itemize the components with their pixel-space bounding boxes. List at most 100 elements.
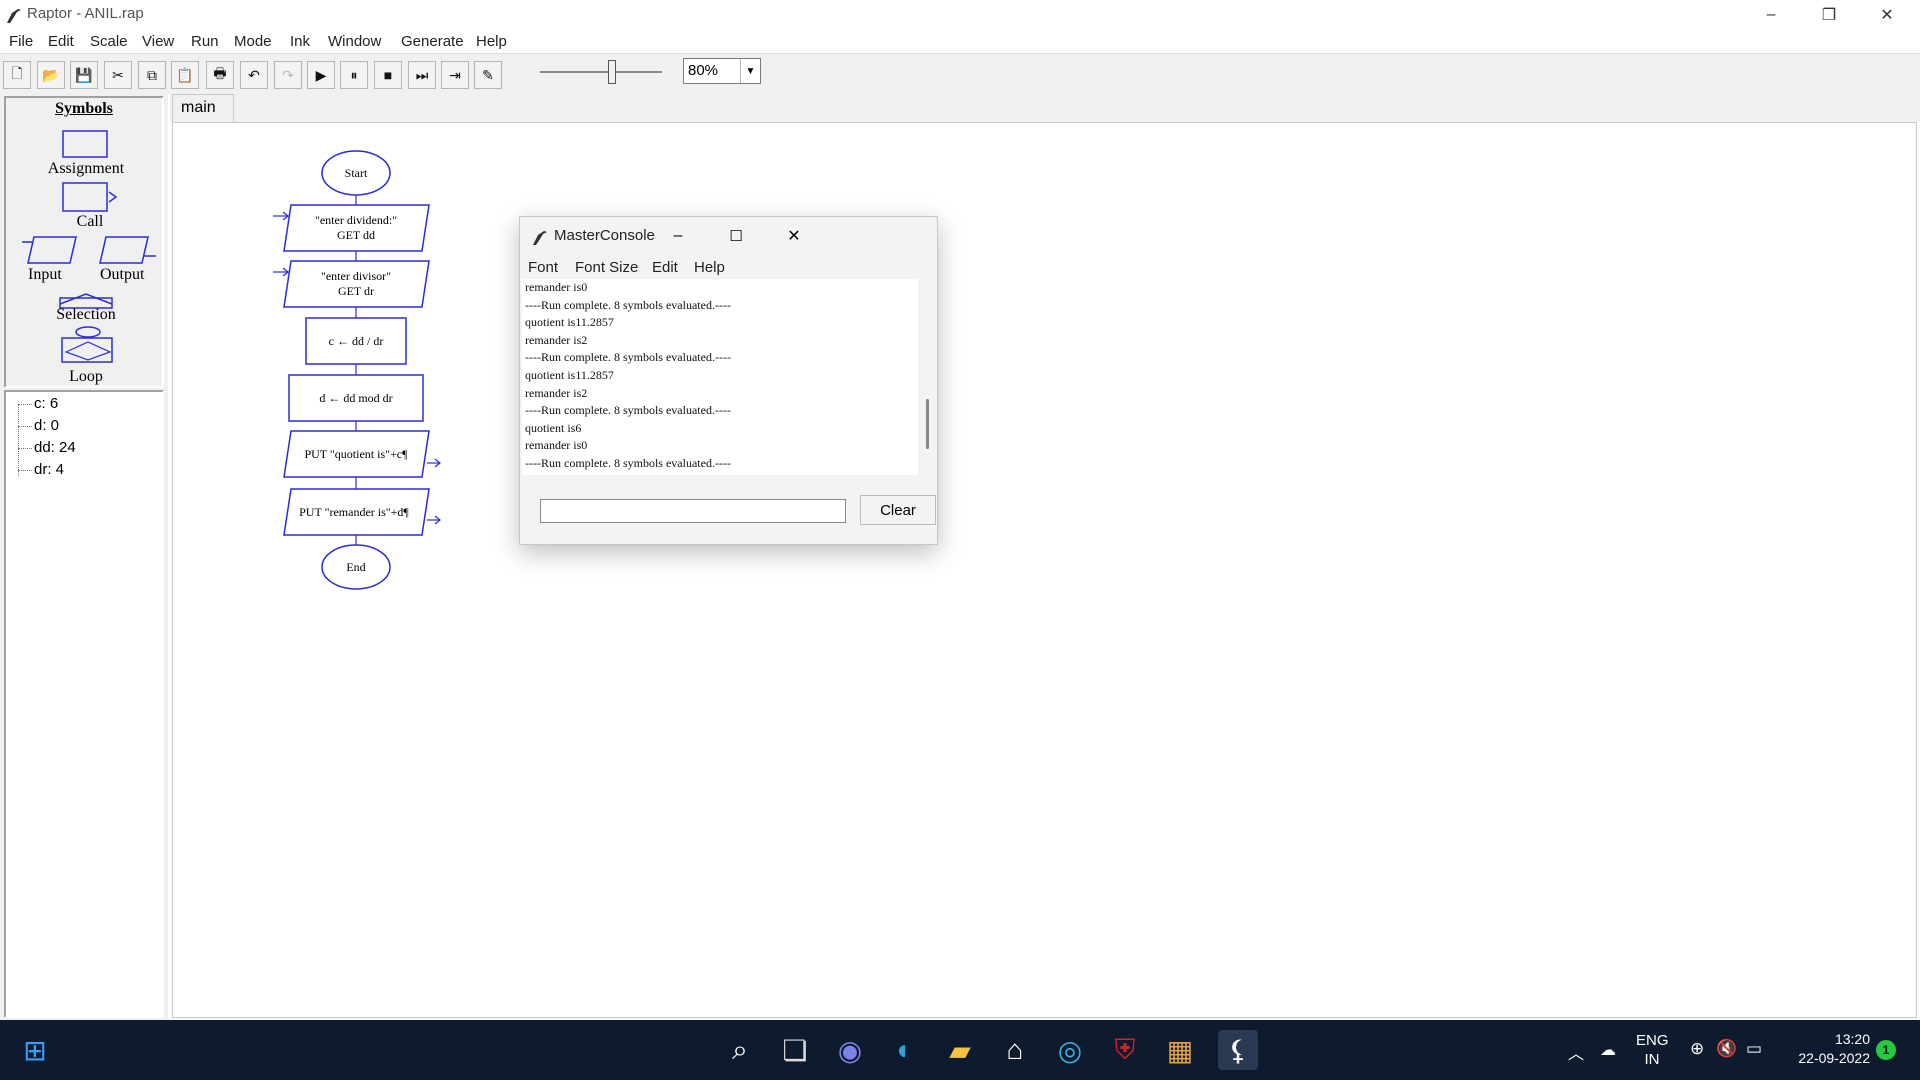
office-icon[interactable]: ▦ [1163, 1033, 1197, 1067]
menu-bar: File Edit Scale View Run Mode Ink Window… [0, 30, 1920, 54]
loop-label: Loop [69, 368, 103, 385]
copy-icon[interactable]: ⧉ [138, 61, 166, 89]
minimize-button[interactable]: – [1742, 0, 1800, 30]
console-output[interactable]: remander is0 ----Run complete. 8 symbols … [522, 279, 918, 475]
console-menu-font[interactable]: Font [528, 259, 558, 276]
console-close-button[interactable]: ✕ [768, 219, 820, 253]
console-line: remander is2 [525, 385, 588, 400]
edge-icon[interactable]: ◐ [888, 1033, 922, 1067]
console-line: remander is0 [525, 280, 588, 294]
notification-badge[interactable]: 1 [1876, 1040, 1896, 1060]
menu-help[interactable]: Help [476, 33, 507, 50]
flowchart-diagram: Start "enter dividend:" GET dd "enter di… [273, 150, 441, 590]
save-icon[interactable]: 💾 [70, 61, 98, 89]
search-icon[interactable]: ⌕ [723, 1033, 757, 1067]
menu-generate[interactable]: Generate [401, 33, 464, 50]
console-line: quotient is11.2857 [525, 367, 614, 382]
tab-strip [170, 94, 1920, 122]
clock-date[interactable]: 22-09-2022 [1780, 1050, 1870, 1066]
output-quotient-text: PUT "quotient is"+c¶ [304, 447, 408, 461]
menu-file[interactable]: File [9, 33, 33, 50]
assignment-remainder-text: d ← dd mod dr [319, 391, 392, 405]
call-symbol-icon[interactable] [62, 182, 128, 214]
menu-edit[interactable]: Edit [48, 33, 74, 50]
variable-item: c: 6 [34, 395, 59, 412]
undo-icon[interactable]: ↶ [240, 61, 268, 89]
console-line: remander is0 [525, 438, 588, 453]
input-divisor-get: GET dr [338, 284, 374, 298]
battery-icon[interactable]: ▭ [1746, 1039, 1762, 1059]
variable-item: dd: 24 [34, 439, 76, 456]
play-icon[interactable]: ▶ [307, 61, 335, 89]
console-line: remander is2 [525, 332, 588, 347]
speed-slider[interactable] [540, 58, 662, 88]
output-remainder-text: PUT "remander is"+d¶ [299, 505, 409, 519]
console-scroll-thumb[interactable] [926, 399, 929, 449]
flowchart-canvas[interactable]: Start "enter dividend:" GET dd "enter di… [172, 122, 1917, 1018]
store-icon[interactable]: ⌂ [998, 1033, 1032, 1067]
console-line: ----Run complete. 8 symbols evaluated.--… [525, 350, 731, 365]
menu-window[interactable]: Window [328, 33, 381, 50]
loop-symbol-icon[interactable] [58, 326, 118, 368]
task-view-icon[interactable]: ❏ [778, 1033, 812, 1067]
language-region[interactable]: IN [1636, 1051, 1668, 1068]
open-folder-icon[interactable]: 📂 [37, 61, 65, 89]
output-symbol-icon[interactable] [98, 234, 160, 266]
redo-icon[interactable]: ↷ [274, 61, 302, 89]
pause-icon[interactable]: ⏸ [340, 61, 368, 89]
selection-label: Selection [56, 306, 116, 323]
console-menu-font-size[interactable]: Font Size [575, 259, 638, 276]
stop-icon[interactable]: ■ [374, 61, 402, 89]
symbols-palette: Symbols Assignment Call Input Output Sel… [4, 96, 164, 388]
volume-muted-icon[interactable]: 🔇 [1716, 1039, 1737, 1059]
menu-run[interactable]: Run [191, 33, 219, 50]
symbols-header: Symbols [55, 100, 113, 117]
print-icon[interactable]: 🖶 [206, 61, 234, 89]
console-title: MasterConsole [554, 227, 655, 244]
cut-icon[interactable]: ✂ [104, 61, 132, 89]
title-bar: Raptor - ANIL.rap – ❐ ✕ [0, 0, 1920, 30]
assignment-label: Assignment [47, 160, 125, 177]
language-code[interactable]: ENG [1636, 1032, 1669, 1049]
console-maximize-button[interactable]: ☐ [710, 219, 762, 253]
zoom-select[interactable]: 80% ▼ [683, 58, 761, 84]
console-scrollbar[interactable] [918, 279, 936, 475]
run-to-cursor-icon[interactable]: ⇥ [441, 61, 469, 89]
chat-icon[interactable]: ◉ [833, 1033, 867, 1067]
network-icon[interactable]: ⊕ [1690, 1039, 1704, 1059]
pen-icon[interactable]: ✎ [474, 61, 502, 89]
menu-mode[interactable]: Mode [234, 33, 272, 50]
menu-ink[interactable]: Ink [290, 33, 310, 50]
input-symbol-icon[interactable] [20, 234, 82, 266]
window-title: Raptor - ANIL.rap [27, 5, 144, 22]
menu-scale[interactable]: Scale [90, 33, 128, 50]
console-menu-help[interactable]: Help [694, 259, 725, 276]
step-icon[interactable]: ⏭ [408, 61, 436, 89]
variables-panel: c: 6 d: 0 dd: 24 dr: 4 [4, 390, 164, 1018]
paste-icon[interactable]: 📋 [171, 61, 199, 89]
console-input[interactable] [540, 499, 846, 523]
chevron-down-icon[interactable]: ▼ [740, 59, 760, 83]
new-file-icon[interactable]: 🗋 [3, 61, 31, 89]
clock-time[interactable]: 13:20 [1780, 1031, 1870, 1047]
browser-icon[interactable]: ◎ [1053, 1033, 1087, 1067]
tab-main[interactable]: main [172, 94, 234, 122]
assignment-symbol-icon[interactable] [62, 130, 110, 160]
mcafee-icon[interactable]: ⛨ [1108, 1033, 1142, 1067]
input-divisor-prompt: "enter divisor" [321, 269, 391, 283]
raptor-icon[interactable]: ⚸ [1218, 1030, 1258, 1070]
end-text: End [346, 560, 365, 574]
console-line: ----Run complete. 8 symbols evaluated.--… [525, 403, 731, 418]
file-explorer-icon[interactable]: ▰ [943, 1033, 977, 1067]
raptor-app-icon [7, 9, 21, 23]
start-icon[interactable]: ⊞ [18, 1033, 52, 1067]
console-minimize-button[interactable]: – [652, 219, 704, 253]
close-button[interactable]: ✕ [1858, 0, 1916, 30]
console-clear-button[interactable]: Clear [860, 495, 936, 525]
console-line: ----Run complete. 8 symbols evaluated.--… [525, 455, 731, 470]
restore-button[interactable]: ❐ [1800, 0, 1858, 30]
console-menu-edit[interactable]: Edit [652, 259, 678, 276]
menu-view[interactable]: View [142, 33, 174, 50]
onedrive-icon[interactable]: ☁ [1600, 1040, 1616, 1060]
chevron-up-icon[interactable]: ︿ [1568, 1040, 1584, 1064]
